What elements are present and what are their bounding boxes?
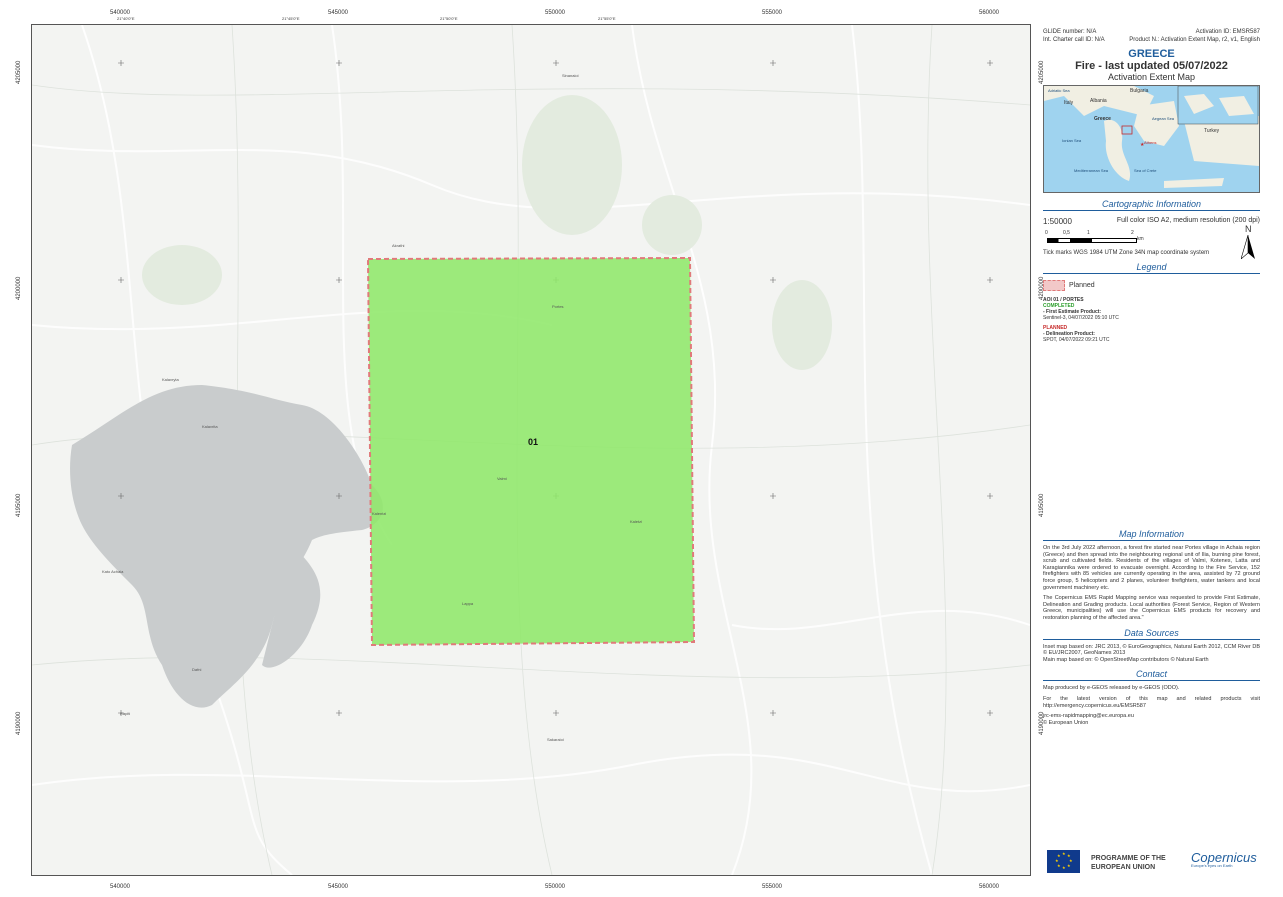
- eu-line-2: EUROPEAN UNION: [1091, 864, 1156, 871]
- tick-top-560000: 560000: [979, 10, 1000, 16]
- place-label: Dafni: [192, 667, 201, 672]
- place-label: Akrathi: [392, 243, 405, 248]
- tick-bottom-555000: 555000: [762, 884, 783, 890]
- contact-4: © European Union: [1043, 719, 1089, 726]
- place-label: Kaletzi: [630, 519, 642, 524]
- svg-text:★: ★: [1062, 851, 1066, 856]
- svg-text:★: ★: [1067, 863, 1071, 868]
- tick-top-minor-4: 21°55'0"E: [598, 16, 616, 21]
- tick-top-minor-1: 21°40'0"E: [117, 16, 135, 21]
- scale-label: 0: [1045, 230, 1048, 236]
- product-number: Product N.: Activation Extent Map, r2, v…: [1129, 37, 1260, 43]
- legend-item-planned: Planned: [1043, 280, 1260, 291]
- tick-left-4205000: 4205000: [16, 60, 22, 84]
- contact-title: Contact: [1043, 669, 1260, 682]
- north-label: N: [1245, 224, 1252, 234]
- inset-label: Ionian Sea: [1062, 138, 1082, 143]
- tick-top-555000: 555000: [762, 10, 783, 16]
- datasources-2: Main map based on: © OpenStreetMap contr…: [1043, 656, 1209, 663]
- info-panel: GLIDE number: N/A Activation ID: EMSR587…: [1043, 24, 1260, 874]
- inset-label: Sea of Crete: [1134, 168, 1157, 173]
- activation-id: Activation ID: EMSR587: [1195, 29, 1260, 35]
- svg-text:★: ★: [1062, 865, 1066, 870]
- main-map[interactable]: Sinanaioi Akrathi Portes Kalavryta Kalav…: [31, 24, 1031, 876]
- charter-id: Int. Charter call ID: N/A: [1043, 37, 1105, 43]
- mapinfo-title: Map Information: [1043, 529, 1260, 541]
- country-title: GREECE: [1128, 48, 1175, 60]
- inset-map: ★ Bulgaria Italy Albania Greece Turkey A…: [1043, 85, 1260, 193]
- eu-line-1: PROGRAMME OF THE: [1091, 855, 1166, 862]
- scale-label: 0,5: [1063, 230, 1070, 236]
- eu-programme-text: PROGRAMME OF THE EUROPEAN UNION: [1091, 854, 1166, 872]
- place-label: Kato Achaia: [102, 569, 124, 574]
- eu-flag-icon: ★ ★ ★ ★ ★ ★ ★ ★: [1047, 850, 1080, 873]
- tick-bottom-550000: 550000: [545, 884, 566, 890]
- north-arrow-icon: [1241, 235, 1255, 259]
- tick-top-minor-3: 21°50'0"E: [440, 16, 458, 21]
- inset-label: Albania: [1090, 98, 1107, 104]
- datasources-1: Inset map based on: JRC 2013, © EuroGeog…: [1043, 643, 1260, 657]
- place-label: Sinanaioi: [562, 73, 579, 78]
- place-label: Portes: [552, 304, 564, 309]
- tick-left-4200000: 4200000: [16, 276, 22, 300]
- svg-text:★: ★: [1057, 853, 1061, 858]
- svg-text:★: ★: [1057, 863, 1061, 868]
- place-label: Valmi: [497, 476, 507, 481]
- datasources-title: Data Sources: [1043, 628, 1260, 640]
- map-canvas: Sinanaioi Akrathi Portes Kalavryta Kalav…: [32, 25, 1030, 875]
- inset-label: Turkey: [1204, 128, 1220, 134]
- aoi-01-polygon: [366, 256, 696, 647]
- planned-swatch: [1043, 280, 1065, 291]
- tick-top-550000: 550000: [545, 10, 566, 16]
- place-label: Kalavrita: [202, 424, 218, 429]
- inset-label: Adriatic Sea: [1048, 88, 1070, 93]
- inset-label: Greece: [1094, 116, 1111, 122]
- aoi-label-01[interactable]: 01: [528, 437, 538, 447]
- tick-left-4195000: 4195000: [16, 493, 22, 517]
- legend-title: Legend: [1043, 262, 1260, 274]
- first-estimate-detail: Sentinel-3, 04/07/2022 05:10 UTC: [1043, 315, 1119, 321]
- mapinfo-paragraph-1: On the 3rd July 2022 afternoon, a forest…: [1043, 545, 1260, 591]
- product-title: Activation Extent Map: [1107, 72, 1196, 82]
- tick-marks-note: Tick marks WGS 1984 UTM Zone 34N map coo…: [1043, 250, 1210, 256]
- place-label: Kalentzi: [372, 511, 386, 516]
- map-scale: 1:50000: [1043, 217, 1072, 226]
- inset-label: Mediterranean Sea: [1074, 168, 1109, 173]
- scale-bar: 0 0,5 1 2 km N: [1043, 224, 1260, 259]
- legend-planned-label: Planned: [1069, 282, 1095, 289]
- aoi-status: AOI 01 / PORTES COMPLETED - First Estima…: [1043, 297, 1260, 343]
- inset-label: Bulgaria: [1130, 88, 1149, 94]
- inset-label: Italy: [1064, 100, 1074, 106]
- tick-top-minor-2: 21°45'0"E: [282, 16, 300, 21]
- tick-bottom-545000: 545000: [328, 884, 349, 890]
- scale-unit: km: [1137, 236, 1144, 242]
- contact-2: For the latest version of this map and r…: [1043, 695, 1260, 709]
- tick-bottom-560000: 560000: [979, 884, 1000, 890]
- inset-label: Athens: [1144, 140, 1157, 145]
- scale-label: 1: [1087, 230, 1090, 236]
- print-note: Full color ISO A2, medium resolution (20…: [1116, 217, 1260, 224]
- tick-bottom-540000: 540000: [110, 884, 131, 890]
- place-label: Lappa: [462, 601, 474, 606]
- place-label: Sakaraioi: [547, 737, 564, 742]
- place-label: Rapiti: [120, 711, 130, 716]
- glide-number: GLIDE number: N/A: [1043, 29, 1097, 35]
- footer-logos: ★ ★ ★ ★ ★ ★ ★ ★ PROGRAMME OF THE EUROPEAN UNION…: [1043, 848, 1260, 878]
- scale-label: 2: [1131, 230, 1134, 236]
- tick-left-4190000: 4190000: [16, 711, 22, 735]
- contact-1: Map produced by e-GEOS released by e-GEO…: [1043, 685, 1180, 692]
- mapinfo-paragraph-2: The Copernicus EMS Rapid Mapping service…: [1043, 595, 1260, 621]
- event-title: Fire - last updated 05/07/2022: [1075, 60, 1228, 72]
- svg-text:★: ★: [1055, 858, 1059, 863]
- inset-label: Aegean Sea: [1152, 116, 1175, 121]
- carto-title: Cartographic Information: [1043, 199, 1260, 211]
- contact-3[interactable]: jrc-ems-rapidmapping@ec.europa.eu: [1043, 713, 1260, 720]
- place-label: Kalavryta: [162, 377, 179, 382]
- copernicus-logo: Copernicus Europe's eyes on Earth: [1191, 850, 1257, 868]
- tick-top-545000: 545000: [328, 10, 349, 16]
